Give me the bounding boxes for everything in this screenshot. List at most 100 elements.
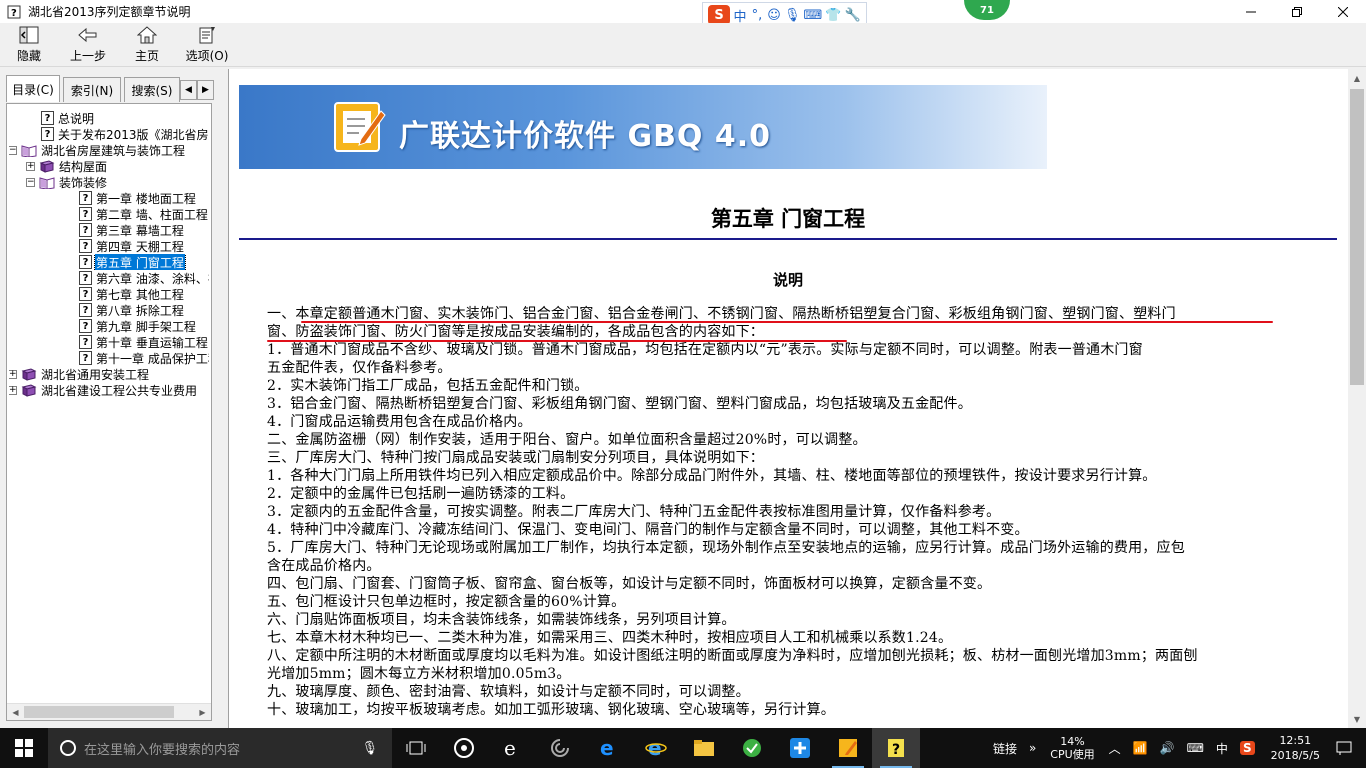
ime-lang-toggle[interactable]: 中 [733, 6, 747, 25]
expand-icon[interactable]: + [26, 161, 35, 171]
tab-index[interactable]: 索引(N) [63, 77, 121, 102]
tray-chevron-icon[interactable]: » [1029, 741, 1036, 755]
tray-link-label[interactable]: 链接 [993, 740, 1017, 757]
taskbar-app-edge[interactable]: e [488, 728, 536, 768]
svg-text:e: e [600, 737, 614, 759]
tray-expand-icon[interactable]: ︿ [1109, 740, 1121, 757]
window-title: 湖北省2013序列定额章节说明 [28, 5, 191, 19]
scroll-thumb[interactable] [24, 706, 174, 718]
expand-icon[interactable]: + [9, 385, 17, 395]
notification-center-icon[interactable] [1336, 740, 1352, 756]
tree-node[interactable]: − 湖北省房屋建筑与装饰工程 [9, 142, 209, 158]
keyboard-icon[interactable]: ⌨ [804, 8, 823, 23]
tree-node[interactable]: ? 第七章 其他工程 [9, 286, 209, 302]
collapse-icon[interactable]: − [26, 177, 35, 187]
tree-node[interactable]: − 装饰装修 [9, 174, 209, 190]
scroll-right-icon[interactable]: ▶ [194, 704, 211, 720]
taskbar-app-pinwheel[interactable] [440, 728, 488, 768]
help-topic-icon: ? [79, 255, 92, 269]
tree-node[interactable]: + 湖北省建设工程公共专业费用 [9, 382, 209, 398]
open-book-icon [39, 176, 55, 189]
tree-node[interactable]: + 湖北省通用安装工程 [9, 366, 209, 382]
taskbar-app-explorer[interactable] [680, 728, 728, 768]
tree-node[interactable]: ? 第一章 楼地面工程 [9, 190, 209, 206]
tree-node[interactable]: ? 总说明 [9, 110, 209, 126]
help-topic-icon: ? [79, 239, 92, 253]
tree-node[interactable]: ? 第四章 天棚工程 [9, 238, 209, 254]
emoji-icon[interactable]: ☺ [767, 8, 781, 23]
network-icon[interactable]: 📶 [1133, 741, 1148, 755]
tree-node[interactable]: ? 第十章 垂直运输工程E [9, 334, 209, 350]
help-topic-icon: ? [79, 335, 92, 349]
tray-ime-indicator[interactable]: 中 [1216, 740, 1228, 757]
close-button[interactable] [1320, 0, 1366, 23]
taskbar-app-edge-blue[interactable]: e [584, 728, 632, 768]
tab-search[interactable]: 搜索(S) [124, 77, 180, 102]
tree-horizontal-scrollbar[interactable]: ◀ ▶ [7, 703, 211, 720]
home-button[interactable]: 主页 [118, 23, 176, 67]
microphone-icon[interactable]: 🎙 [361, 741, 378, 756]
contents-tree[interactable]: ? 总说明? 关于发布2013版《湖北省房屋 − 湖北省房屋建筑与装饰工程 + 结构屋面 − 装… [6, 103, 212, 721]
search-placeholder: 在这里输入你要搜索的内容 [84, 742, 241, 758]
tab-scroll-left-icon[interactable]: ◀ [180, 80, 197, 100]
content-scroll-thumb[interactable] [1350, 89, 1364, 385]
touch-keyboard-icon[interactable]: ⌨ [1187, 741, 1204, 755]
taskbar-app-plus[interactable] [776, 728, 824, 768]
scroll-left-icon[interactable]: ◀ [7, 704, 24, 720]
tree-node[interactable]: ? 第五章 门窗工程 [9, 254, 209, 270]
mic-icon[interactable]: 🎙 [784, 8, 801, 23]
tree-node-label: 湖北省建设工程公共专业费用 [41, 383, 198, 398]
sogou-logo-icon[interactable]: S [708, 5, 730, 25]
minimize-button[interactable] [1228, 0, 1274, 23]
ime-punct-toggle[interactable]: °, [750, 8, 764, 23]
minimize-icon [1246, 11, 1256, 12]
tray-sogou-icon[interactable]: S [1239, 741, 1255, 755]
body-line: 3．铝合金门窗、隔热断桥铝塑复合门窗、彩板组角钢门窗、塑钢门窗、塑料门窗成品，均… [267, 396, 972, 412]
tree-node[interactable]: ? 关于发布2013版《湖北省房屋 [9, 126, 209, 142]
tree-node[interactable]: ? 第十一章 成品保护工程 [9, 350, 209, 366]
tab-scroll-right-icon[interactable]: ▶ [197, 80, 214, 100]
restore-button[interactable] [1274, 0, 1320, 23]
body-line: 七、本章木材木种均已一、二类木种为准，如需采用三、四类木种时，按相应项目人工和机… [267, 630, 953, 646]
help-file-icon: ? [888, 739, 904, 758]
cpu-meter[interactable]: 14% CPU使用 [1050, 735, 1094, 761]
body-line: 九、玻璃厚度、颜色、密封油膏、软填料，如设计与定额不同时，可以调整。 [267, 684, 750, 700]
back-arrow-icon [78, 25, 98, 45]
body-line: 5．厂库房大门、特种门无论现场或附属加工厂制作，均执行本定额，现场外制作点至安装… [267, 540, 1185, 556]
scroll-up-icon[interactable]: ▲ [1348, 69, 1366, 87]
taskbar-app-360[interactable] [728, 728, 776, 768]
tree-node[interactable]: ? 第六章 油漆、涂料、裱 [9, 270, 209, 286]
taskbar-app-help[interactable]: ? [872, 728, 920, 768]
pinwheel-icon [454, 738, 474, 758]
task-view-button[interactable] [392, 728, 440, 768]
help-topic-icon: ? [79, 303, 92, 317]
start-button[interactable] [0, 728, 48, 768]
tree-node[interactable]: ? 第二章 墙、柱面工程 [9, 206, 209, 222]
expand-icon[interactable]: + [9, 369, 17, 379]
back-button[interactable]: 上一步 [58, 23, 118, 67]
taskbar-app-spiral[interactable] [536, 728, 584, 768]
wrench-icon[interactable]: 🔧 [844, 8, 860, 23]
skin-icon[interactable]: 👕 [825, 8, 841, 23]
body-line: 十、玻璃加工，均按平板玻璃考虑。如加工弧形玻璃、钢化玻璃、空心玻璃等，另行计算。 [267, 702, 835, 718]
tree-node[interactable]: ? 第九章 脚手架工程 [9, 318, 209, 334]
hide-button[interactable]: 隐藏 [0, 23, 58, 67]
collapse-icon[interactable]: − [9, 145, 17, 155]
taskbar-app-notes[interactable] [824, 728, 872, 768]
taskbar-search[interactable]: 在这里输入你要搜索的内容 🎙 [48, 728, 392, 768]
system-clock[interactable]: 12:51 2018/5/5 [1271, 733, 1320, 763]
volume-icon[interactable]: 🔊 [1160, 741, 1175, 755]
help-topic-icon: ? [79, 287, 92, 301]
taskbar-app-ie[interactable]: e [632, 728, 680, 768]
spiral-icon [551, 739, 569, 757]
help-topic-icon: ? [79, 223, 92, 237]
content-vertical-scrollbar[interactable]: ▲ ▼ [1348, 69, 1366, 728]
body-line: 含在成品价格内。 [267, 558, 381, 574]
tree-node[interactable]: ? 第八章 拆除工程 [9, 302, 209, 318]
hide-pane-icon [19, 25, 39, 45]
tab-contents[interactable]: 目录(C) [6, 75, 60, 102]
tree-node[interactable]: + 结构屋面 [9, 158, 209, 174]
tree-node[interactable]: ? 第三章 幕墙工程 [9, 222, 209, 238]
scroll-down-icon[interactable]: ▼ [1348, 710, 1366, 728]
options-button[interactable]: 选项(O) [176, 23, 238, 67]
